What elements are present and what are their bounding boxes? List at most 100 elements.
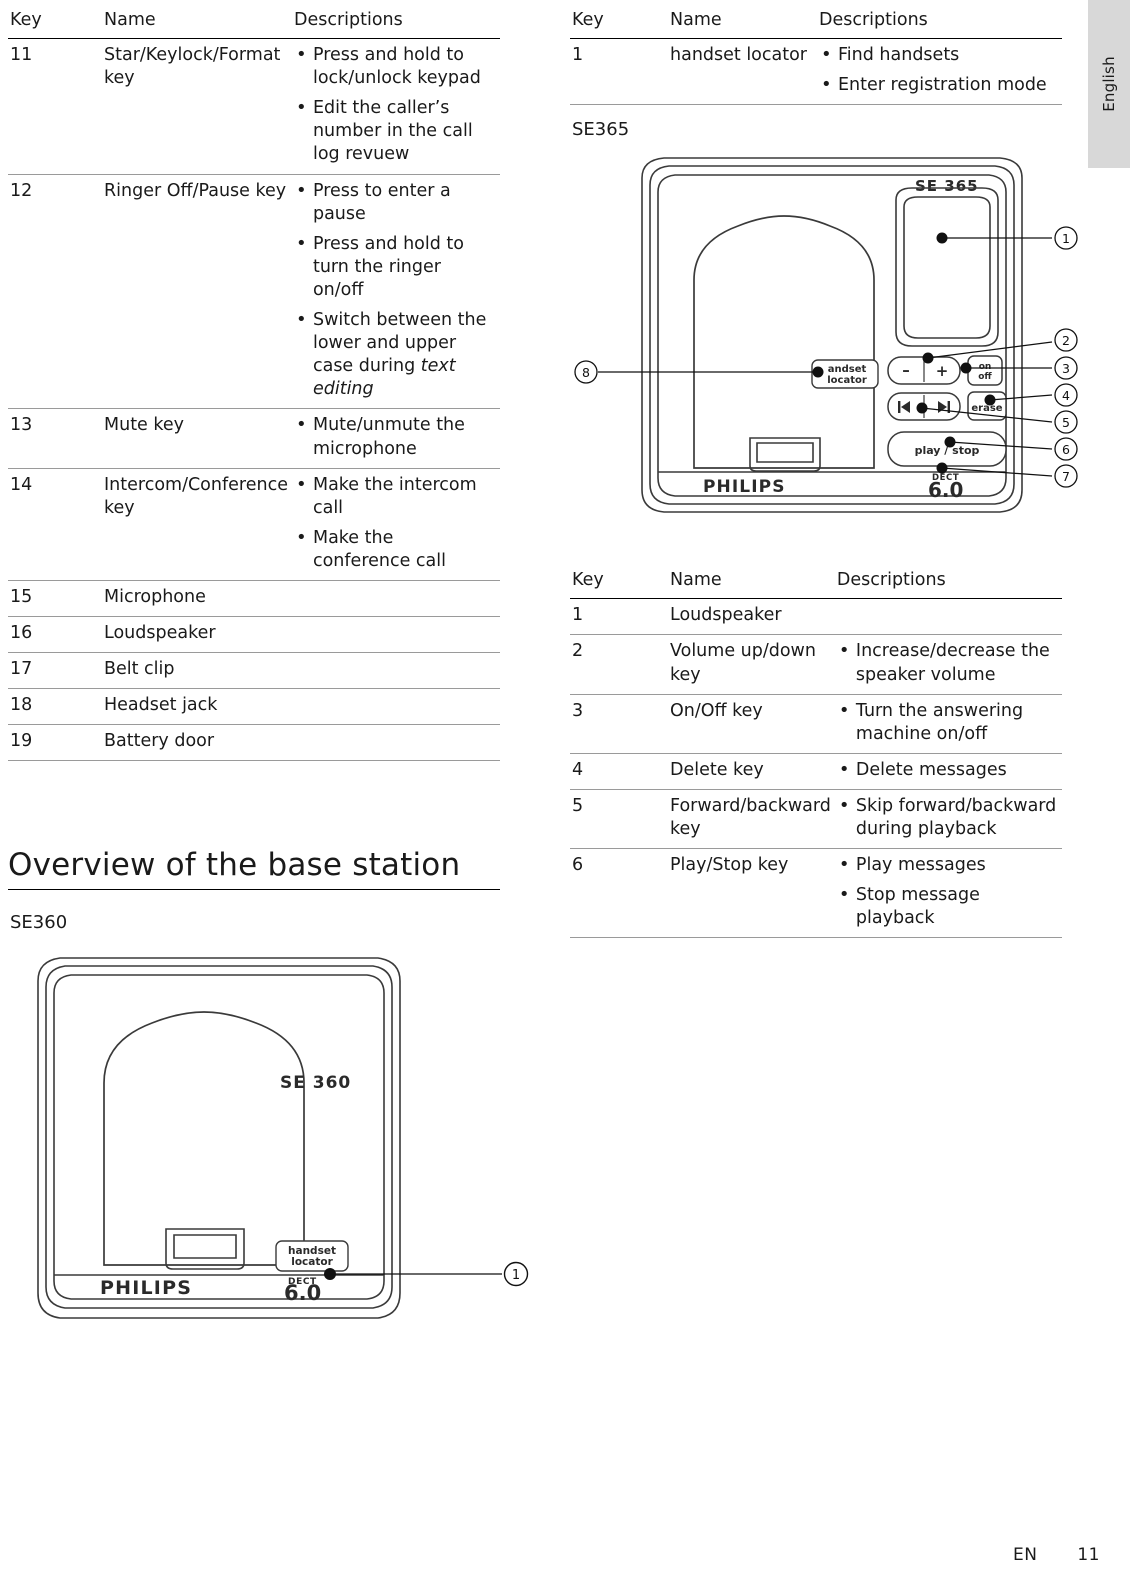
description-item: Mute/unmute the microphone <box>294 413 496 460</box>
description-item: Play messages <box>837 853 1058 877</box>
cell-name: On/Off key <box>668 694 835 754</box>
svg-text:PHILIPS: PHILIPS <box>100 1277 192 1299</box>
svg-text:6: 6 <box>1062 442 1070 457</box>
footer-page-number: 11 <box>1077 1545 1100 1565</box>
svg-text:1: 1 <box>512 1268 520 1283</box>
description-item: Switch between the lower and upper case … <box>294 308 496 401</box>
col-header-name: Name <box>668 568 835 600</box>
table-row: 11Star/Keylock/Format keyPress and hold … <box>8 38 500 175</box>
svg-text:locator: locator <box>827 375 867 386</box>
svg-text:6.0: 6.0 <box>928 478 963 502</box>
cell-key: 2 <box>570 634 668 695</box>
cell-key: 16 <box>8 616 102 654</box>
svg-text:+: + <box>936 362 949 380</box>
table-row: 19 Battery door <box>8 724 500 762</box>
cell-name: Belt clip <box>102 652 292 690</box>
description-list: Turn the answering machine on/off <box>837 699 1058 746</box>
description-italic: text editing <box>312 356 456 400</box>
svg-text:1: 1 <box>1062 231 1070 246</box>
model-label-se360: SE360 <box>10 912 68 934</box>
cell-key: 17 <box>8 652 102 690</box>
cell-name: handset locator <box>668 38 817 106</box>
cell-name: Battery door <box>102 724 292 762</box>
description-item: Skip forward/backward during playback <box>837 794 1058 841</box>
cell-descriptions <box>291 616 500 654</box>
description-list: Press and hold to lock/unlock keypad Edit… <box>294 43 496 166</box>
table-header-row: Key Name Descriptions <box>570 568 1062 600</box>
cell-descriptions: Turn the answering machine on/off <box>834 694 1062 754</box>
cell-name: Microphone <box>102 580 292 618</box>
description-list: Mute/unmute the microphone <box>294 413 496 460</box>
table-row: 16 Loudspeaker <box>8 616 500 654</box>
cell-key: 15 <box>8 580 102 618</box>
table-row: 13Mute keyMute/unmute the microphone <box>8 408 500 469</box>
description-item: Enter registration mode <box>819 73 1058 97</box>
table-row: 15 Microphone <box>8 580 500 618</box>
cell-key: 13 <box>8 408 102 469</box>
cell-key: 19 <box>8 724 102 762</box>
description-item: Turn the answering machine on/off <box>837 699 1058 746</box>
svg-text:7: 7 <box>1062 469 1070 484</box>
table-row: 3On/Off keyTurn the answering machine on… <box>570 694 1062 754</box>
cell-key: 6 <box>570 848 668 939</box>
col-header-name: Name <box>102 8 292 40</box>
cell-key: 14 <box>8 468 102 581</box>
cell-key: 11 <box>8 38 102 175</box>
description-list: Find handsets Enter registration mode <box>819 43 1058 97</box>
cell-key: 1 <box>570 38 668 106</box>
table-row: 2Volume up/down keyIncrease/decrease the… <box>570 634 1062 695</box>
table-row: 5Forward/backward keySkip forward/backwa… <box>570 789 1062 850</box>
description-item: Increase/decrease the speaker volume <box>837 639 1058 686</box>
cell-key: 3 <box>570 694 668 754</box>
figure-se365: SE 365 – + on off erase play / stop ands… <box>570 150 1078 550</box>
cell-key: 18 <box>8 688 102 726</box>
svg-text:SE 360: SE 360 <box>280 1073 351 1093</box>
document-page: English Key Name Descriptions 11 Star/Key… <box>0 0 1130 1587</box>
svg-text:SE 365: SE 365 <box>915 177 979 195</box>
cell-name: Play/Stop key <box>668 848 835 939</box>
language-tab: English <box>1088 0 1130 168</box>
cell-name: Loudspeaker <box>668 598 835 636</box>
handset-key-table: Key Name Descriptions 11 Star/Keylock/For… <box>8 8 500 762</box>
cell-descriptions <box>834 598 1062 636</box>
svg-text:–: – <box>902 361 910 379</box>
svg-text:off: off <box>978 372 992 382</box>
description-list: Make the intercom call Make the conferenc… <box>294 473 496 573</box>
cell-key: 5 <box>570 789 668 850</box>
table-row: 14Intercom/Conference keyMake the interc… <box>8 468 500 581</box>
language-tab-label: English <box>1100 56 1118 112</box>
cell-descriptions: Mute/unmute the microphone <box>291 408 500 469</box>
table-row: 18 Headset jack <box>8 688 500 726</box>
cell-descriptions <box>291 724 500 762</box>
cell-name: Volume up/down key <box>668 634 835 695</box>
cell-name: Intercom/Conference key <box>102 468 292 581</box>
left-column: Key Name Descriptions 11 Star/Keylock/For… <box>8 8 529 1355</box>
cell-descriptions: Increase/decrease the speaker volume <box>834 634 1062 695</box>
description-item: Make the conference call <box>294 526 496 573</box>
description-list: Delete messages <box>837 758 1058 782</box>
table-row: 1handset locatorFind handsets Enter regis… <box>570 38 1062 106</box>
description-item: Stop message playback <box>837 883 1058 930</box>
table-row: 17 Belt clip <box>8 652 500 690</box>
base-key-table: Key Name Descriptions 1 Loudspeaker 2 Volum… <box>570 568 1062 939</box>
description-list: Skip forward/backward during playback <box>837 794 1058 841</box>
svg-text:8: 8 <box>582 365 590 380</box>
svg-text:andset: andset <box>828 364 867 375</box>
cell-descriptions <box>291 580 500 618</box>
cell-descriptions: Delete messages <box>834 753 1062 790</box>
col-header-key: Key <box>570 568 668 600</box>
table-row: 12Ringer Off/Pause keyPress to enter a p… <box>8 174 500 410</box>
cell-descriptions: Skip forward/backward during playback <box>834 789 1062 850</box>
base-locator-table: Key Name Descriptions 1handset locatorFi… <box>570 8 1062 106</box>
table-header-row: Key Name Descriptions <box>570 8 1062 40</box>
cell-descriptions: Make the intercom call Make the conferenc… <box>291 468 500 581</box>
svg-text:PHILIPS: PHILIPS <box>703 477 786 497</box>
description-item: Edit the caller’s number in the call log… <box>294 96 496 166</box>
cell-name: Mute key <box>102 408 292 469</box>
cell-descriptions: Press to enter a pause Press and hold to … <box>291 174 500 410</box>
figure-se360: SE 360 handset locator PHILIPS DECT 6.0 … <box>8 945 529 1355</box>
cell-key: 4 <box>570 753 668 790</box>
page-title: Overview of the base station <box>8 847 461 884</box>
table-row: 6Play/Stop keyPlay messages Stop message … <box>570 848 1062 939</box>
table-header-row: Key Name Descriptions <box>8 8 500 40</box>
